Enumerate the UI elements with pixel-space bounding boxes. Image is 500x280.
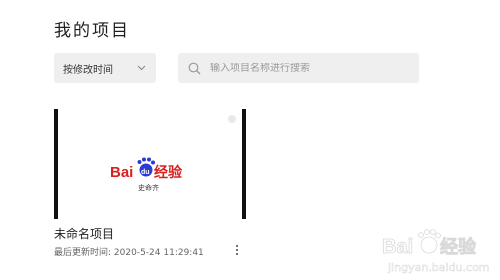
projects-page: 我的项目 按修改时间 Bai du 经验 史命齐 未命名项目: [0, 0, 500, 280]
chevron-down-icon: [136, 63, 146, 73]
svg-text:经验: 经验: [440, 236, 477, 258]
svg-text:jingyan.baidu.com: jingyan.baidu.com: [387, 261, 490, 274]
project-card[interactable]: Bai du 经验 史命齐: [54, 109, 246, 219]
svg-text:du: du: [141, 169, 150, 176]
watermark-url: jingyan.baidu.com: [387, 261, 490, 274]
logo-text-bai: Bai: [110, 164, 133, 181]
svg-text:Bai: Bai: [382, 236, 413, 258]
card-corner-indicator: [228, 115, 236, 123]
project-name[interactable]: 未命名项目: [54, 225, 114, 242]
thumbnail-author: 史命齐: [138, 183, 159, 192]
sort-dropdown-label: 按修改时间: [63, 64, 113, 76]
watermark-paw-icon: [418, 229, 441, 254]
watermark-bai: Bai: [382, 236, 413, 258]
watermark-jingyan: 经验: [440, 236, 477, 258]
baidu-jingyan-logo: Bai du 经验 史命齐: [110, 157, 183, 192]
svg-text:Bai: Bai: [110, 164, 133, 181]
sort-dropdown[interactable]: 按修改时间: [54, 53, 156, 83]
project-updated: 最后更新时间: 2020-5-24 11:29:41: [54, 245, 204, 258]
search-input[interactable]: [210, 62, 400, 74]
updated-time: 2020-5-24 11:29:41: [113, 248, 204, 258]
updated-label: 最后更新时间:: [54, 248, 112, 258]
svg-text:史命齐: 史命齐: [138, 183, 159, 192]
page-title: 我的项目: [54, 21, 130, 41]
baidu-jingyan-watermark: Bai 经验 jingyan.baidu.com: [382, 229, 490, 274]
search-icon: [188, 61, 202, 75]
more-options-icon[interactable]: [232, 243, 242, 257]
search-bar[interactable]: [178, 53, 419, 83]
logo-text-du: du: [141, 169, 150, 176]
svg-text:经验: 经验: [154, 164, 183, 181]
logo-text-jingyan: 经验: [154, 164, 183, 181]
